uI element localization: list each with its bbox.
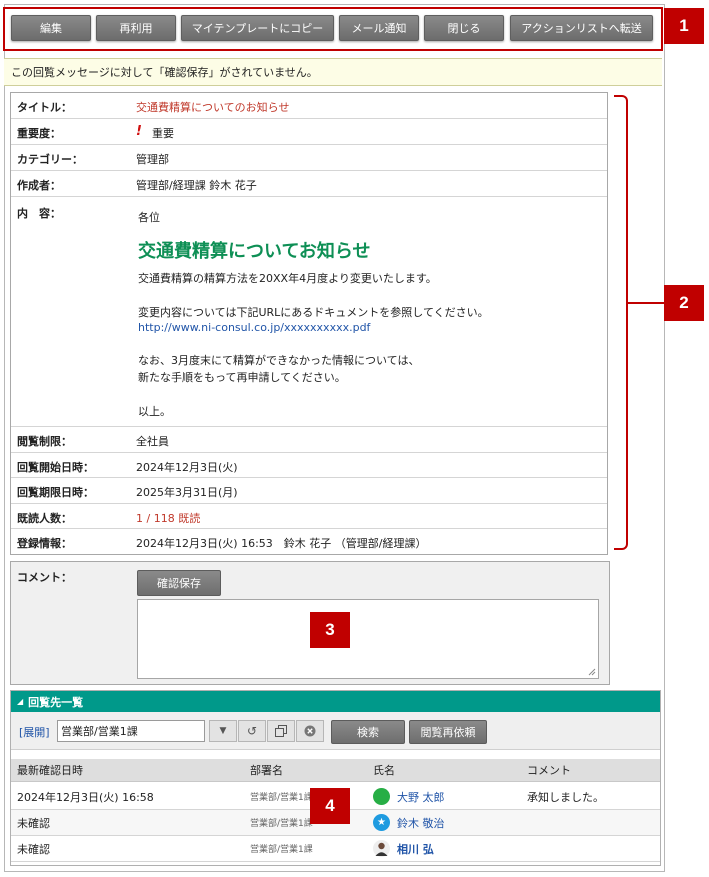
resize-handle-icon[interactable] — [588, 668, 596, 676]
end-date-value: 2025年3月31日(月) — [136, 486, 238, 499]
close-button[interactable]: 閉じる — [424, 15, 504, 41]
registration-label: 登録情報： — [17, 537, 72, 550]
callout-badge-1: 1 — [664, 8, 704, 44]
transfer-to-action-list-button[interactable]: アクションリストへ転送 — [510, 15, 653, 41]
mail-notify-button[interactable]: メール通知 — [339, 15, 419, 41]
row-department: 営業部/営業1課 — [250, 819, 313, 829]
category-value: 管理部 — [136, 153, 169, 166]
author-value: 管理部/経理課 鈴木 花子 — [136, 179, 257, 192]
col-last-confirmed[interactable]: 最新確認日時 — [17, 759, 83, 781]
important-exclamation-icon: ! — [136, 124, 142, 139]
department-dropdown-button[interactable]: ▼ — [209, 720, 237, 742]
scope-label: 閲覧制限： — [17, 435, 72, 448]
comment-label: コメント： — [17, 571, 72, 584]
content-document-link[interactable]: http://www.ni-consul.co.jp/xxxxxxxxxx.pd… — [138, 321, 370, 334]
author-row: 作成者： 管理部/経理課 鈴木 花子 — [11, 171, 607, 197]
reset-button[interactable]: ↺ — [238, 720, 266, 742]
section-bracket — [614, 95, 628, 550]
copy-window-icon — [275, 725, 287, 737]
start-date-row: 回覧開始日時： 2024年12月3日(火) — [11, 453, 607, 478]
collapse-triangle-icon[interactable]: ◢ — [17, 697, 23, 706]
read-count-label: 既読人数： — [17, 512, 72, 525]
row-department: 営業部/営業1課 — [250, 845, 313, 855]
content-line-3: なお、3月度末にて精算ができなかった情報については、 — [138, 354, 420, 367]
recipient-filter-bar: [展開] 営業部/営業1課 ▼ ↺ 検索 閲覧再依頼 — [11, 712, 660, 750]
col-name[interactable]: 氏名 — [373, 759, 395, 781]
department-input[interactable]: 営業部/営業1課 — [57, 720, 205, 742]
content-row: 内 容： 各位 交通費精算についてお知らせ 交通費精算の精算方法を20XX年4月… — [11, 197, 607, 427]
content-closing: 以上。 — [138, 405, 171, 418]
green-circle-avatar-icon — [373, 788, 390, 805]
row-date: 未確認 — [17, 842, 50, 856]
copy-to-my-template-button[interactable]: マイテンプレートにコピー — [181, 15, 334, 41]
read-count-value[interactable]: 1 / 118 既読 — [136, 510, 200, 526]
refresh-icon: ↺ — [246, 724, 258, 738]
comment-textarea[interactable] — [137, 599, 599, 679]
avatar — [373, 784, 390, 809]
callout-badge-2: 2 — [664, 285, 704, 321]
avatar — [373, 836, 390, 861]
title-value: 交通費精算についてのお知らせ — [136, 101, 290, 114]
content-line-1: 交通費精算の精算方法を20XX年4月度より変更いたします。 — [138, 272, 437, 285]
author-label: 作成者： — [17, 179, 61, 192]
blue-star-avatar-icon: ★ — [373, 814, 390, 831]
person-photo-avatar-icon — [373, 840, 390, 857]
title-row: タイトル： 交通費精算についてのお知らせ — [11, 93, 607, 119]
col-comment[interactable]: コメント — [527, 759, 571, 781]
registration-value: 2024年12月3日(火) 16:53 鈴木 花子 （管理部/経理課） — [136, 537, 427, 550]
select-dialog-button[interactable] — [267, 720, 295, 742]
callout-badge-4: 4 — [310, 788, 350, 824]
request-reread-button[interactable]: 閲覧再依頼 — [409, 720, 487, 744]
row-name-link[interactable]: 大野 太郎 — [397, 784, 445, 809]
recipient-list-header[interactable]: ◢ 回覧先一覧 — [11, 691, 660, 712]
content-line-4: 新たな手順をもって再申請してください。 — [138, 371, 346, 384]
start-date-label: 回覧開始日時： — [17, 461, 94, 474]
search-button[interactable]: 検索 — [331, 720, 405, 744]
registration-row: 登録情報： 2024年12月3日(火) 16:53 鈴木 花子 （管理部/経理課… — [11, 529, 607, 554]
category-label: カテゴリー： — [17, 153, 83, 166]
row-department: 営業部/営業1課 — [250, 793, 313, 803]
bracket-connector — [628, 302, 664, 304]
clear-button[interactable] — [296, 720, 324, 742]
row-date: 未確認 — [17, 816, 50, 830]
clear-x-icon — [304, 725, 316, 737]
confirm-save-button[interactable]: 確認保存 — [137, 570, 221, 596]
importance-row: 重要度： ! 重要 — [11, 119, 607, 145]
scope-value: 全社員 — [136, 435, 169, 448]
category-row: カテゴリー： 管理部 — [11, 145, 607, 171]
importance-label: 重要度： — [17, 127, 61, 140]
row-date: 2024年12月3日(火) 16:58 — [17, 790, 154, 804]
content-greeting: 各位 — [138, 211, 160, 224]
content-line-2: 変更内容については下記URLにあるドキュメントを参照してください。 — [138, 306, 489, 319]
end-date-row: 回覧期限日時： 2025年3月31日(月) — [11, 478, 607, 504]
message-detail-table: タイトル： 交通費精算についてのお知らせ 重要度： ! 重要 カテゴリー： 管理… — [10, 92, 608, 555]
reuse-button[interactable]: 再利用 — [96, 15, 176, 41]
row-name-link[interactable]: 相川 弘 — [397, 836, 434, 861]
end-date-label: 回覧期限日時： — [17, 486, 94, 499]
recipient-list-title: 回覧先一覧 — [28, 695, 84, 709]
row-name-link[interactable]: 鈴木 敬治 — [397, 810, 445, 835]
content-label: 内 容： — [17, 207, 61, 220]
scope-row: 閲覧制限： 全社員 — [11, 427, 607, 453]
start-date-value: 2024年12月3日(火) — [136, 461, 238, 474]
col-department[interactable]: 部署名 — [250, 759, 283, 781]
dropdown-arrow-icon: ▼ — [219, 726, 227, 736]
edit-button[interactable]: 編集 — [11, 15, 91, 41]
table-row: 未確認 営業部/営業1課 相川 弘 — [11, 836, 660, 862]
action-toolbar: 編集 再利用 マイテンプレートにコピー メール通知 閉じる アクションリストへ転… — [3, 7, 663, 51]
content-heading: 交通費精算についてお知らせ — [138, 241, 371, 262]
expand-link[interactable]: [展開] — [19, 724, 50, 740]
read-count-row: 既読人数： 1 / 118 既読 — [11, 504, 607, 529]
avatar: ★ — [373, 810, 390, 835]
title-label: タイトル： — [17, 101, 72, 114]
recipient-table-header: 最新確認日時 部署名 氏名 コメント — [11, 759, 660, 782]
importance-value: 重要 — [152, 127, 174, 140]
row-comment: 承知しました。 — [527, 790, 604, 804]
unconfirmed-notice: この回覧メッセージに対して「確認保存」がされていません。 — [4, 58, 662, 86]
callout-badge-3: 3 — [310, 612, 350, 648]
recipient-list: ◢ 回覧先一覧 [展開] 営業部/営業1課 ▼ ↺ 検索 閲覧再依頼 最新確認日… — [10, 690, 661, 866]
